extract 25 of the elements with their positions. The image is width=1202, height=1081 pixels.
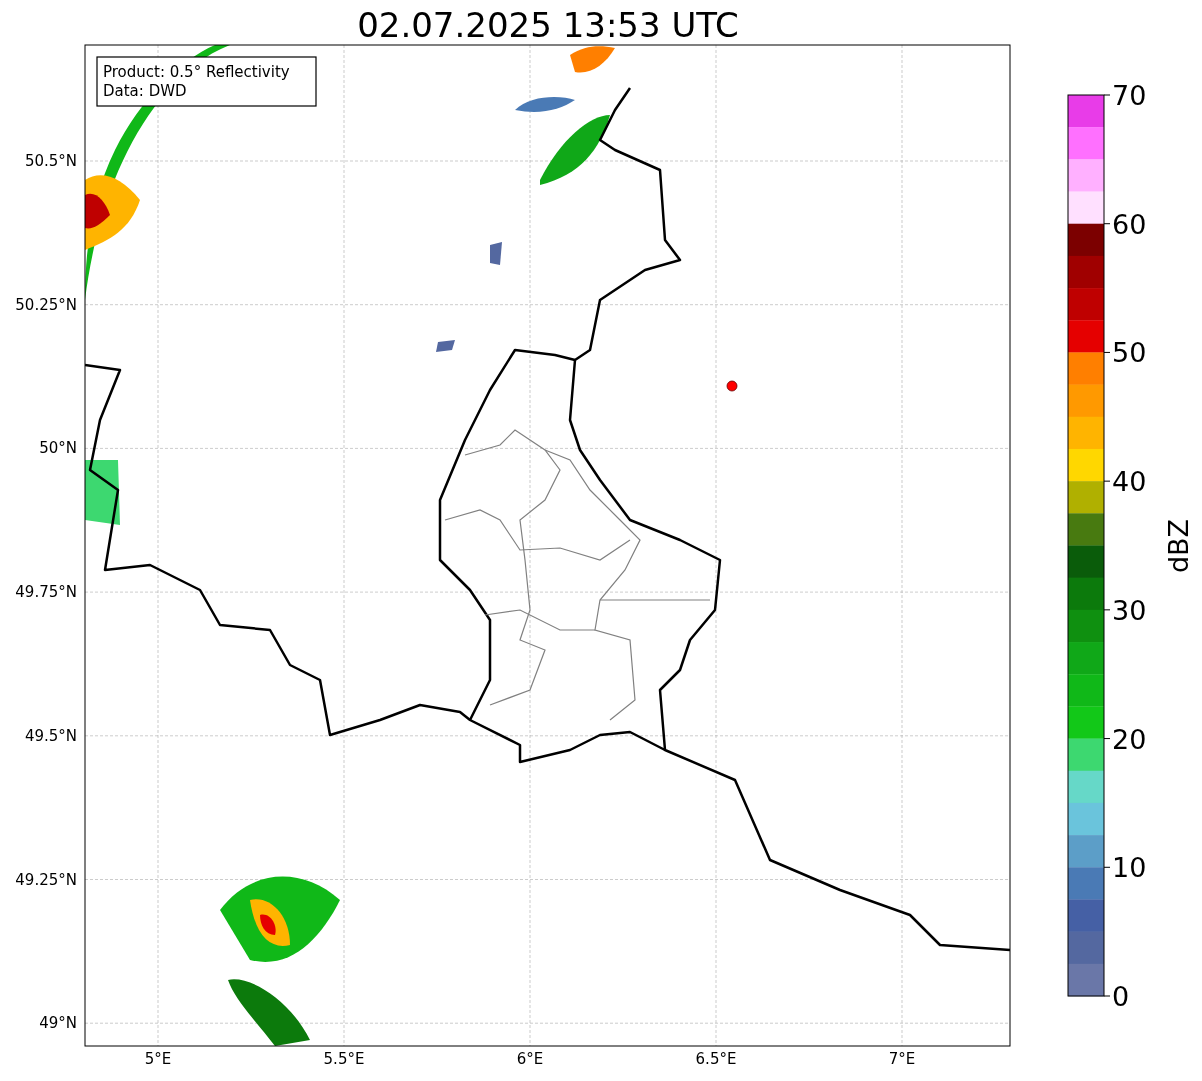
colorbar-tick-label: 70 — [1112, 80, 1147, 111]
longitude-label: 6.5°E — [695, 1050, 737, 1068]
longitude-label: 5°E — [144, 1050, 172, 1068]
colorbar-tick-label: 40 — [1112, 466, 1147, 498]
data-source-label: Data: DWD — [103, 82, 187, 100]
colorbar-tick-label: 20 — [1112, 723, 1147, 755]
latitude-label: 50°N — [39, 439, 77, 458]
colorbar-tick-label: 60 — [1112, 208, 1147, 240]
product-label: Product: 0.5° Reflectivity — [103, 63, 290, 81]
latitude-label: 49.25°N — [15, 870, 77, 889]
latitude-label: 49.75°N — [15, 583, 77, 602]
latitude-label: 50.25°N — [15, 295, 77, 314]
latitude-label: 50.5°N — [24, 152, 77, 170]
longitude-label: 7°E — [888, 1050, 916, 1068]
latitude-label: 49.5°N — [24, 726, 77, 745]
radar-site-marker — [726, 380, 738, 392]
colorbar-tick-label: 10 — [1112, 852, 1147, 884]
colorbar-tick-label: 50 — [1112, 337, 1147, 369]
colorbar-label: dBZ — [1163, 518, 1194, 574]
colorbar-tick-label: 0 — [1112, 981, 1130, 1012]
colorbar-tick-label: 30 — [1112, 594, 1147, 626]
chart-title: 02.07.2025 13:53 UTC — [357, 5, 739, 45]
latitude-label: 49°N — [39, 1014, 77, 1033]
longitude-label: 5.5°E — [323, 1050, 365, 1068]
longitude-label: 6°E — [516, 1050, 544, 1068]
